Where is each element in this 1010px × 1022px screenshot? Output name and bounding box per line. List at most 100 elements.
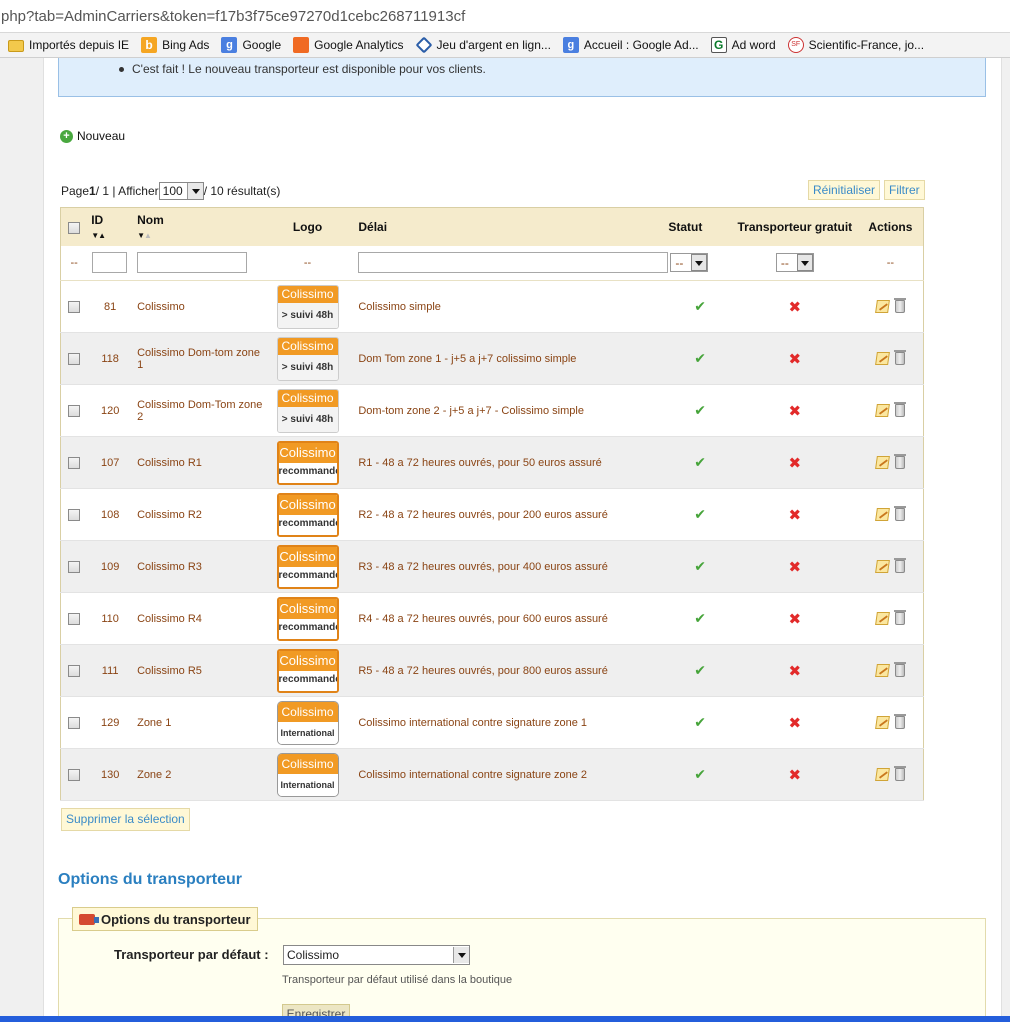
edit-icon[interactable] bbox=[874, 404, 890, 417]
cell-id: 129 bbox=[87, 696, 134, 749]
trash-icon[interactable] bbox=[893, 402, 906, 417]
table-row[interactable]: 120 Colissimo Dom-Tom zone 2 Colissimo > su… bbox=[60, 384, 924, 437]
trash-icon[interactable] bbox=[893, 662, 906, 677]
filter-button[interactable]: Filtrer bbox=[884, 180, 925, 200]
filter-id-input[interactable] bbox=[92, 252, 128, 274]
cell-id: 81 bbox=[87, 280, 134, 333]
row-checkbox[interactable] bbox=[68, 716, 81, 729]
bookmark-importes[interactable]: Importés depuis IE bbox=[8, 38, 129, 52]
trash-icon[interactable] bbox=[893, 766, 906, 781]
table-row[interactable]: 110 Colissimo R4 Colissimo recommandé R4 - 4… bbox=[60, 592, 924, 645]
trash-icon[interactable] bbox=[893, 714, 906, 729]
edit-icon[interactable] bbox=[874, 456, 890, 469]
bookmark-google-analytics[interactable]: Google Analytics bbox=[293, 37, 404, 53]
page-gutter-left bbox=[0, 58, 44, 1022]
cross-icon[interactable]: ✖ bbox=[789, 507, 802, 524]
select-all-checkbox[interactable] bbox=[68, 221, 81, 234]
edit-icon[interactable] bbox=[874, 716, 890, 729]
cell-name: Zone 1 bbox=[133, 696, 269, 749]
cross-icon[interactable]: ✖ bbox=[789, 715, 802, 732]
check-icon[interactable]: ✔ bbox=[694, 402, 706, 418]
check-icon[interactable]: ✔ bbox=[694, 610, 706, 626]
table-row[interactable]: 107 Colissimo R1 Colissimo recommandé R1 - 4… bbox=[60, 436, 924, 489]
check-icon[interactable]: ✔ bbox=[694, 506, 706, 522]
cell-name: Colissimo R4 bbox=[133, 592, 269, 645]
cross-icon[interactable]: ✖ bbox=[789, 299, 802, 316]
table-row[interactable]: 130 Zone 2 Colissimo International Colissimo… bbox=[60, 748, 924, 801]
row-checkbox[interactable] bbox=[68, 456, 81, 469]
cross-icon[interactable]: ✖ bbox=[789, 559, 802, 576]
confirmation-text: C'est fait ! Le nouveau transporteur est… bbox=[132, 62, 486, 76]
trash-icon[interactable] bbox=[893, 454, 906, 469]
row-checkbox[interactable] bbox=[68, 352, 81, 365]
bookmark-jeu[interactable]: Jeu d'argent en lign... bbox=[415, 36, 551, 54]
cell-delay: R4 - 48 a 72 heures ouvrés, pour 600 eur… bbox=[346, 592, 669, 645]
trash-icon[interactable] bbox=[893, 610, 906, 625]
new-carrier-link[interactable]: + Nouveau bbox=[60, 129, 125, 143]
table-row[interactable]: 109 Colissimo R3 Colissimo recommandé R3 - 4… bbox=[60, 540, 924, 593]
table-row[interactable]: 81 Colissimo Colissimo > suivi 48h Colissimo… bbox=[60, 280, 924, 333]
check-icon[interactable]: ✔ bbox=[694, 558, 706, 574]
cell-id: 130 bbox=[87, 748, 134, 801]
cross-icon[interactable]: ✖ bbox=[789, 455, 802, 472]
bookmark-google[interactable]: g Google bbox=[221, 37, 281, 53]
adwords-icon: G bbox=[710, 37, 727, 53]
trash-icon[interactable] bbox=[893, 350, 906, 365]
filter-free-select[interactable]: -- bbox=[775, 253, 814, 273]
edit-icon[interactable] bbox=[874, 612, 890, 625]
colissimo-suivi-logo: Colissimo > suivi 48h bbox=[276, 284, 339, 329]
check-icon[interactable]: ✔ bbox=[694, 714, 706, 730]
edit-icon[interactable] bbox=[874, 508, 890, 521]
edit-icon[interactable] bbox=[874, 664, 890, 677]
default-carrier-select[interactable]: Colissimo bbox=[283, 945, 470, 965]
bookmark-accueil-google-ad[interactable]: g Accueil : Google Ad... bbox=[562, 37, 699, 53]
reset-button[interactable]: Réinitialiser bbox=[808, 180, 881, 200]
edit-icon[interactable] bbox=[874, 300, 890, 313]
row-checkbox[interactable] bbox=[68, 404, 81, 417]
colissimo-recommande-logo: Colissimo recommandé bbox=[276, 648, 339, 693]
check-icon[interactable]: ✔ bbox=[694, 454, 706, 470]
cell-delay: Colissimo international contre signature… bbox=[346, 696, 669, 749]
cell-name: Colissimo R2 bbox=[133, 488, 269, 541]
cell-delay: Colissimo simple bbox=[346, 280, 669, 333]
per-page-select[interactable]: 100 bbox=[158, 182, 204, 200]
cross-icon[interactable]: ✖ bbox=[789, 767, 802, 784]
check-icon[interactable]: ✔ bbox=[694, 350, 706, 366]
cross-icon[interactable]: ✖ bbox=[789, 403, 802, 420]
check-icon[interactable]: ✔ bbox=[694, 298, 706, 314]
row-checkbox[interactable] bbox=[68, 664, 81, 677]
row-checkbox[interactable] bbox=[68, 300, 81, 313]
edit-icon[interactable] bbox=[874, 768, 890, 781]
row-checkbox[interactable] bbox=[68, 508, 81, 521]
cross-icon[interactable]: ✖ bbox=[789, 351, 802, 368]
check-icon[interactable]: ✔ bbox=[694, 766, 706, 782]
bookmark-bing-ads[interactable]: b Bing Ads bbox=[141, 37, 209, 53]
bookmark-scientific-france[interactable]: SF Scientific-France, jo... bbox=[787, 37, 924, 53]
sort-arrows-icon[interactable]: ▼▲ bbox=[91, 231, 106, 240]
filter-name-input[interactable] bbox=[137, 252, 248, 274]
cross-icon[interactable]: ✖ bbox=[789, 663, 802, 680]
trash-icon[interactable] bbox=[893, 298, 906, 313]
trash-icon[interactable] bbox=[893, 506, 906, 521]
sort-arrows-icon[interactable]: ▼▲ bbox=[137, 231, 152, 240]
row-checkbox[interactable] bbox=[68, 612, 81, 625]
check-icon[interactable]: ✔ bbox=[694, 662, 706, 678]
default-carrier-help: Transporteur par défaut utilisé dans la … bbox=[282, 974, 513, 986]
row-checkbox[interactable] bbox=[68, 768, 81, 781]
colissimo-suivi-logo: Colissimo > suivi 48h bbox=[276, 388, 339, 433]
filter-status-select[interactable]: -- bbox=[670, 253, 709, 273]
edit-icon[interactable] bbox=[874, 352, 890, 365]
cross-icon[interactable]: ✖ bbox=[789, 611, 802, 628]
table-row[interactable]: 129 Zone 1 Colissimo International Colissimo… bbox=[60, 696, 924, 749]
address-bar[interactable]: php?tab=AdminCarriers&token=f17b3f75ce97… bbox=[0, 0, 1010, 33]
table-row[interactable]: 108 Colissimo R2 Colissimo recommandé R2 - 4… bbox=[60, 488, 924, 541]
table-row[interactable]: 111 Colissimo R5 Colissimo recommandé R5 - 4… bbox=[60, 644, 924, 697]
bookmark-ad-word[interactable]: G Ad word bbox=[710, 37, 776, 53]
filter-delay-input[interactable] bbox=[358, 252, 669, 274]
table-row[interactable]: 118 Colissimo Dom-tom zone 1 Colissimo > su… bbox=[60, 332, 924, 385]
row-checkbox[interactable] bbox=[68, 560, 81, 573]
edit-icon[interactable] bbox=[874, 560, 890, 573]
cell-name: Colissimo Dom-Tom zone 2 bbox=[133, 384, 269, 437]
trash-icon[interactable] bbox=[893, 558, 906, 573]
delete-selection-button[interactable]: Supprimer la sélection bbox=[61, 808, 190, 831]
